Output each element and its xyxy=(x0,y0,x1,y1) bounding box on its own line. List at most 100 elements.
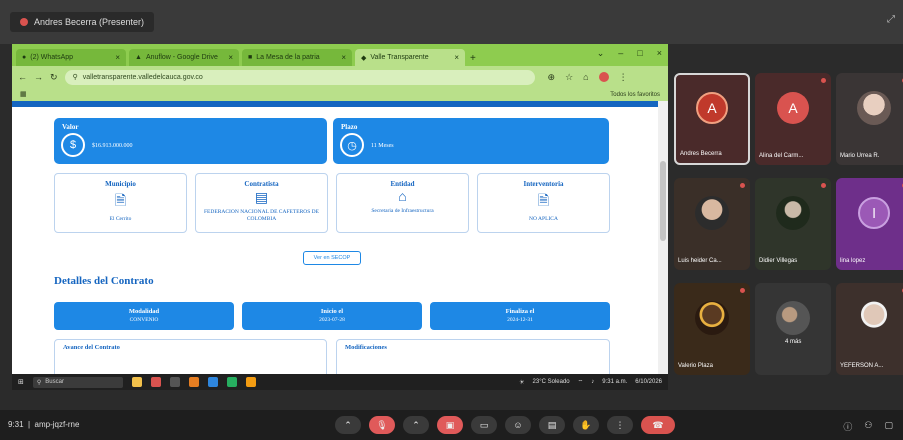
more-options-button[interactable]: ⋮ xyxy=(607,416,633,434)
tab-drive[interactable]: ▲ Anuflow - Google Drive × xyxy=(129,49,239,66)
weather-text: 23°C Soleado xyxy=(532,379,570,385)
app-icon[interactable] xyxy=(150,377,161,387)
modificaciones-title: Modificaciones xyxy=(345,344,387,351)
close-icon[interactable]: × xyxy=(341,53,346,62)
windows-start-icon[interactable]: ⊞ xyxy=(18,378,24,386)
info-icon[interactable]: ⓘ xyxy=(843,420,852,433)
tab-label: (2) WhatsApp xyxy=(30,54,74,61)
leave-call-button[interactable]: ☎ xyxy=(641,416,675,434)
participant-tile[interactable]: Valerio Plaza xyxy=(674,283,750,375)
tab-label: Valle Transparente xyxy=(370,54,429,61)
meeting-top-bar: Andres Becerra (Presenter) ⤢ xyxy=(0,0,903,44)
minimize-icon[interactable]: – xyxy=(618,48,623,59)
entidad-title: Entidad xyxy=(390,180,415,188)
participant-tile[interactable]: Mario Urrea R. xyxy=(836,73,903,165)
chat-icon[interactable]: ▢ xyxy=(884,420,893,433)
app-icon[interactable] xyxy=(188,377,199,387)
tab-mesa[interactable]: ■ La Mesa de la patria × xyxy=(242,49,352,66)
present-button[interactable]: ▤ xyxy=(539,416,565,434)
tab-whatsapp[interactable]: ● (2) WhatsApp × xyxy=(16,49,126,66)
meeting-controls: ⌃ 🎙 ⌃ ▣ ▭ ☺ ▤ ✋ ⋮ ☎ xyxy=(335,416,675,434)
chevron-up-icon[interactable]: ⌃ xyxy=(335,416,361,434)
interventoria-value: NO APLICA xyxy=(529,216,558,222)
camera-off-button[interactable]: ▣ xyxy=(437,416,463,434)
chrome-icon[interactable] xyxy=(226,377,237,387)
reload-icon[interactable]: ↻ xyxy=(50,72,58,83)
close-icon[interactable]: × xyxy=(454,53,459,62)
emoji-button[interactable]: ☺ xyxy=(505,416,531,434)
participant-tile[interactable]: A Andres Becerra xyxy=(674,73,750,165)
tab-icon: ● xyxy=(22,54,27,61)
clock-date[interactable]: 6/10/2026 xyxy=(635,379,662,385)
avatar: l xyxy=(858,196,890,229)
participant-name: YEFERSON A... xyxy=(840,363,884,369)
weather-icon[interactable]: ☀ xyxy=(519,379,524,386)
extensions-icon[interactable]: ⌂ xyxy=(583,72,588,82)
participant-tile[interactable]: Luis heider Ca... xyxy=(674,178,750,270)
contract-icon: ▤ xyxy=(254,191,269,206)
people-icon[interactable]: ⚇ xyxy=(864,420,872,433)
valor-title: Valor xyxy=(62,123,79,131)
tab-label: Anuflow - Google Drive xyxy=(145,54,218,61)
windows-taskbar: ⊞ ⚲ Buscar ☀ 23°C Soleado ⌔ ♪ 9:31 a.m. … xyxy=(12,374,668,390)
menu-icon[interactable]: ⋮ xyxy=(619,72,628,83)
close-icon[interactable]: × xyxy=(228,53,233,62)
maximize-icon[interactable]: □ xyxy=(637,48,642,59)
app-icon[interactable] xyxy=(207,377,218,387)
ver-secop-button[interactable]: Ver en SECOP xyxy=(303,251,361,265)
chevron-down-icon[interactable]: ⌄ xyxy=(597,48,605,59)
contratista-card: Contratista ▤ FEDERACION NACIONAL DE CAF… xyxy=(195,173,328,233)
all-bookmarks-link[interactable]: Todos los favoritos xyxy=(610,92,660,98)
volume-icon[interactable]: ♪ xyxy=(591,379,594,385)
participant-name: Andres Becerra xyxy=(680,151,722,157)
more-participants-label[interactable]: 4 más xyxy=(785,339,801,345)
participant-tile[interactable]: Didier Villegas xyxy=(755,178,831,270)
tab-valle-transparente[interactable]: ◆ Valle Transparente × xyxy=(355,49,465,66)
profile-avatar-icon[interactable] xyxy=(598,72,609,82)
meeting-info: 9:31 | amp-jqzf-rne xyxy=(8,420,80,429)
url-field[interactable]: ⚲ valletransparente.valledelcauca.gov.co xyxy=(64,69,535,85)
presenter-indicator[interactable]: Andres Becerra (Presenter) xyxy=(10,12,155,32)
plazo-card: Plazo ◷ 11 Meses xyxy=(333,118,609,164)
mic-off-button[interactable]: 🎙 xyxy=(369,416,395,434)
bookmark-star-icon[interactable]: ☆ xyxy=(565,72,573,83)
presenting-icon xyxy=(20,18,28,26)
captions-button[interactable]: ▭ xyxy=(471,416,497,434)
clock-time[interactable]: 9:31 a.m. xyxy=(602,379,627,385)
apps-grid-icon[interactable]: ▦ xyxy=(20,90,27,98)
taskbar-search[interactable]: ⚲ Buscar xyxy=(32,376,123,388)
translate-icon[interactable]: ⊕ xyxy=(548,72,556,83)
participant-name: Alina del Carm... xyxy=(759,153,804,159)
avatar xyxy=(776,300,810,335)
document-search-icon: 🗎 xyxy=(537,194,550,209)
participant-tile[interactable]: A Alina del Carm... xyxy=(755,73,831,165)
close-icon[interactable]: × xyxy=(115,53,120,62)
browser-window: ● (2) WhatsApp × ▲ Anuflow - Google Drive × … xyxy=(12,44,668,374)
valor-card: Valor $ $16.913.000.000 xyxy=(54,118,327,164)
close-window-icon[interactable]: × xyxy=(657,48,662,59)
address-bar: ← → ↻ ⚲ valletransparente.valledelcauca.… xyxy=(12,66,668,88)
scrollbar[interactable] xyxy=(658,101,668,374)
app-icon[interactable] xyxy=(169,377,180,387)
expand-icon[interactable]: ⤢ xyxy=(887,14,895,25)
new-tab-icon[interactable]: + xyxy=(468,53,482,66)
wifi-icon[interactable]: ⌔ xyxy=(578,378,584,386)
forward-icon[interactable]: → xyxy=(34,72,43,82)
site-info-icon[interactable]: ⚲ xyxy=(73,73,78,81)
inicio-card: Inicio el 2023-07-28 xyxy=(242,302,422,330)
avatar xyxy=(776,195,810,230)
bookmarks-bar: ▦ Todos los favoritos xyxy=(12,88,668,101)
valor-value: $16.913.000.000 xyxy=(92,143,133,149)
contratista-title: Contratista xyxy=(244,180,279,188)
participant-tile[interactable]: 4 más xyxy=(755,283,831,375)
chevron-up-icon[interactable]: ⌃ xyxy=(403,416,429,434)
file-explorer-icon[interactable] xyxy=(131,377,142,387)
back-icon[interactable]: ← xyxy=(18,72,27,82)
participant-tile[interactable]: l lina lopez xyxy=(836,178,903,270)
app-icon[interactable] xyxy=(245,377,256,387)
scroll-thumb[interactable] xyxy=(660,161,666,241)
participant-tile[interactable]: YEFERSON A... xyxy=(836,283,903,375)
taskbar-search-label: Buscar xyxy=(45,379,64,385)
raise-hand-button[interactable]: ✋ xyxy=(573,416,599,434)
municipio-value: El Cerrito xyxy=(109,216,132,222)
